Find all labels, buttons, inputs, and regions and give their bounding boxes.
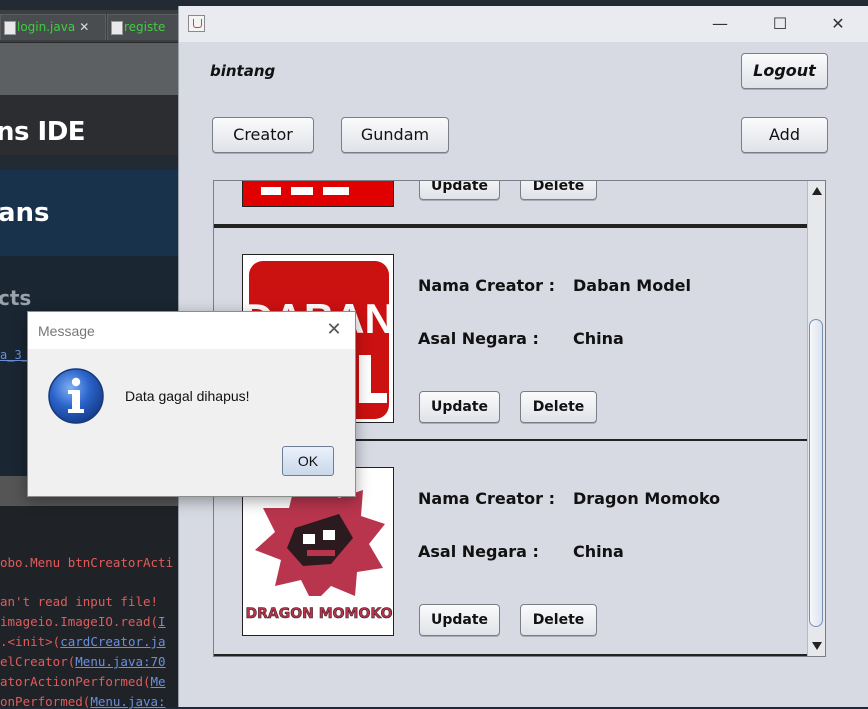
nama-creator-value: Dragon Momoko	[573, 489, 721, 508]
file-icon	[111, 21, 123, 35]
creator-logo-partial	[243, 181, 393, 206]
asal-negara-label: Asal Negara :	[418, 329, 539, 348]
ide-tab-label: login.java	[17, 20, 76, 34]
console-link[interactable]: Me	[151, 674, 166, 689]
vertical-scrollbar[interactable]	[807, 181, 825, 656]
creator-button[interactable]: Creator	[212, 117, 314, 153]
asal-negara-value: China	[573, 542, 624, 561]
title-bar: — ☐ ✕	[179, 6, 868, 42]
console-link[interactable]: Menu.java:70	[75, 654, 165, 669]
delete-button[interactable]: Delete	[520, 604, 597, 636]
console-text: an't read input file!	[0, 594, 159, 609]
delete-button[interactable]: Delete	[520, 391, 597, 423]
scroll-down-icon[interactable]	[812, 642, 822, 650]
ide-hero-text: ns IDE	[0, 117, 86, 147]
close-icon[interactable]: ✕	[79, 20, 89, 34]
console-text: atorActionPerformed(	[0, 674, 151, 689]
ide-projects-heading: cts	[0, 286, 32, 310]
file-icon	[4, 21, 16, 35]
console-line: imageio.ImageIO.read(I	[0, 614, 166, 629]
asal-negara-value: China	[573, 329, 624, 348]
minimize-icon[interactable]: —	[697, 6, 743, 42]
logo-text: DRAGON MOMOKO	[245, 606, 392, 622]
console-line: .<init>(cardCreator.ja	[0, 634, 166, 649]
console-line: elCreator(Menu.java:70	[0, 654, 166, 669]
add-button[interactable]: Add	[741, 117, 828, 153]
update-button[interactable]: Update	[419, 604, 500, 636]
dialog-title-bar: Message ✕	[28, 312, 355, 349]
logout-button[interactable]: Logout	[741, 53, 828, 89]
message-dialog: Message ✕ Data gagal dihapus! OK	[27, 311, 356, 497]
console-link[interactable]: I	[158, 614, 166, 629]
ide-tab-login[interactable]: login.java ✕	[0, 14, 106, 40]
ide-toolbar-area	[0, 43, 190, 95]
delete-button[interactable]: Delete	[520, 181, 597, 200]
asal-negara-label: Asal Negara :	[418, 542, 539, 561]
console-line: atorActionPerformed(Me	[0, 674, 166, 689]
console-text: imageio.ImageIO.read(	[0, 614, 159, 629]
nama-creator-label: Nama Creator :	[418, 489, 556, 508]
console-link[interactable]: cardCreator.ja	[60, 634, 165, 649]
close-icon[interactable]: ✕	[815, 6, 861, 42]
console-text: obo.Menu btnCreatorActi	[0, 555, 174, 570]
update-button[interactable]: Update	[419, 181, 500, 200]
ide-project-link[interactable]: a_3_	[0, 348, 29, 362]
dialog-title: Message	[38, 323, 95, 339]
ide-console: obo.Menu btnCreatorActi an't read input …	[0, 506, 190, 709]
nama-creator-label: Nama Creator :	[418, 276, 556, 295]
info-icon	[48, 368, 104, 424]
ide-banner-text: ans	[0, 198, 50, 228]
username-label: bintang	[210, 62, 276, 80]
maximize-icon[interactable]: ☐	[757, 6, 803, 42]
ide-banner: ans	[0, 170, 190, 256]
java-icon	[188, 15, 205, 32]
close-icon[interactable]: ✕	[323, 318, 345, 342]
console-line: obo.Menu btnCreatorActi	[0, 555, 173, 570]
scroll-up-icon[interactable]	[812, 187, 822, 195]
scroll-thumb[interactable]	[809, 319, 823, 627]
console-text: .<init>(	[0, 634, 61, 649]
gundam-button[interactable]: Gundam	[341, 117, 449, 153]
ide-tab-label: registe	[124, 20, 166, 34]
ide-hero: ns IDE	[0, 95, 190, 155]
creator-card: Update Delete	[214, 181, 807, 226]
console-text: elCreator(	[0, 654, 76, 669]
ide-tab-bar: login.java ✕ registe	[0, 10, 190, 43]
ok-button[interactable]: OK	[282, 446, 334, 476]
nama-creator-value: Daban Model	[573, 276, 691, 295]
creator-image	[242, 181, 394, 207]
console-line: an't read input file!	[0, 594, 158, 609]
update-button[interactable]: Update	[419, 391, 500, 423]
dialog-message: Data gagal dihapus!	[125, 388, 250, 404]
